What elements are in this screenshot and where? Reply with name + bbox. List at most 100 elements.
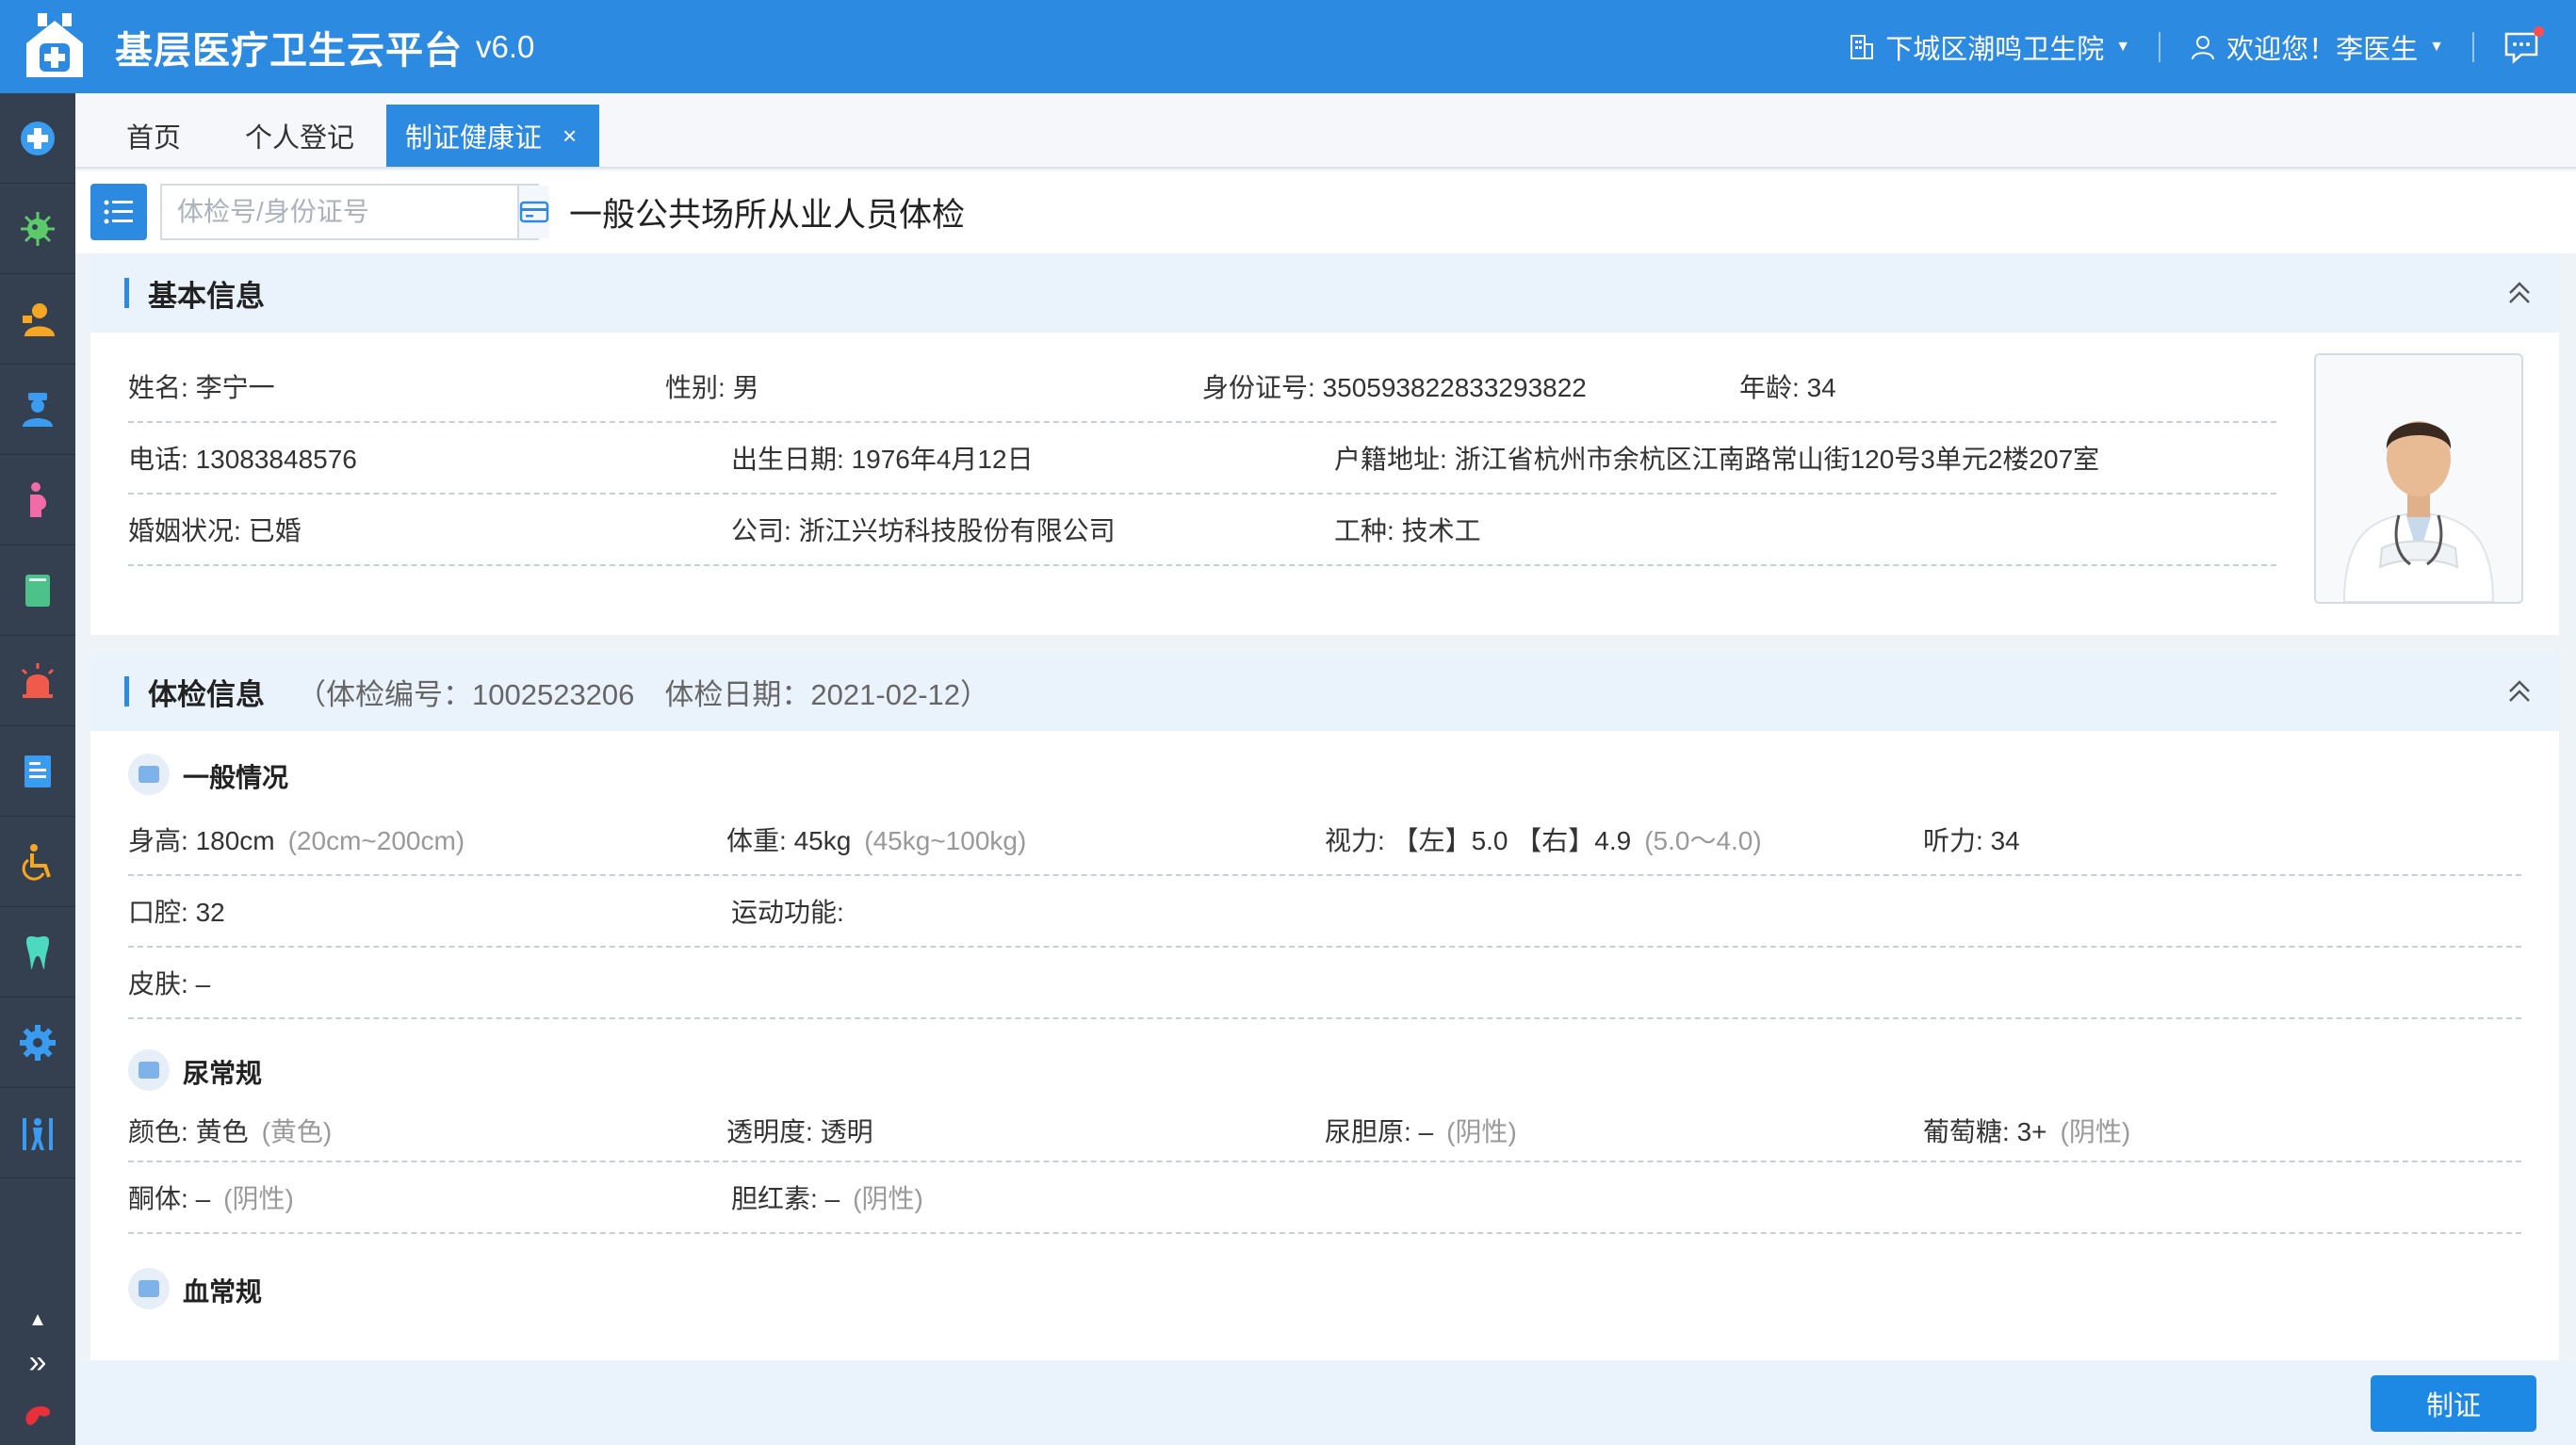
virus-icon [21, 211, 55, 246]
reference-range: (5.0～4.0) [1644, 826, 1762, 855]
field-label: 酮体: [128, 1184, 188, 1213]
sidebar-item-disability[interactable] [0, 817, 75, 907]
field-value: 34 [1990, 826, 2020, 855]
tab-home[interactable]: 首页 [94, 105, 213, 167]
elderly-icon [23, 1117, 53, 1150]
field-label: 颜色: [128, 1117, 188, 1146]
tab-label: 制证健康证 [405, 123, 543, 154]
motor-function-field: 运动功能: [731, 892, 1334, 930]
ketone-field: 酮体: – (阴性) [128, 1178, 731, 1216]
info-row: 姓名: 李宁一 性别: 男 身份证号: 350593822833293822 年… [128, 351, 2276, 423]
section-urine: 尿常规 [128, 1019, 2521, 1100]
field-label: 口腔: [128, 898, 188, 927]
list-button[interactable] [90, 184, 147, 240]
vision-field: 视力: 【左】5.0 【右】4.9 (5.0～4.0) [1325, 820, 1923, 858]
name-field: 姓名: 李宁一 [128, 367, 665, 405]
field-label: 电话: [128, 445, 188, 474]
reference-range: (黄色) [261, 1117, 333, 1146]
pregnant-icon [30, 481, 47, 517]
field-label: 出生日期: [731, 445, 844, 474]
hospital-logo-icon [26, 12, 83, 77]
sidebar-item-doctor[interactable] [0, 274, 75, 365]
brand-mark-icon [0, 1388, 75, 1445]
wheelchair-icon [22, 843, 51, 881]
collapse-icon[interactable] [2501, 673, 2538, 710]
id-card-button[interactable] [517, 186, 549, 238]
header-divider [2472, 31, 2474, 62]
org-selector[interactable]: 下城区潮鸣卫生院 ▼ [1848, 27, 2130, 67]
sidebar-item-emergency[interactable] [0, 636, 75, 726]
sidebar-item-records[interactable] [0, 545, 75, 636]
sidebar-item-nurse[interactable] [0, 365, 75, 455]
field-value: 34 [1806, 373, 1836, 402]
id-card-icon [519, 201, 549, 223]
section-title-text: 血常规 [183, 1277, 263, 1307]
sidebar-item-epidemic[interactable] [0, 184, 75, 274]
search-input[interactable] [162, 186, 517, 238]
expand-sidebar-icon[interactable]: » [0, 1336, 75, 1388]
field-label: 视力: [1325, 826, 1385, 855]
exam-info-panel: 体检信息 （体检编号：1002523206 体检日期：2021-02-12） 一般… [90, 652, 2559, 1360]
book-icon [25, 574, 50, 607]
basic-info-header: 基本信息 [90, 253, 2559, 333]
hearing-field: 听力: 34 [1923, 820, 2521, 858]
birth-date-field: 出生日期: 1976年4月12日 [731, 439, 1334, 477]
user-menu[interactable]: 欢迎您！李医生 ▼ [2189, 27, 2444, 67]
top-header: 基层医疗卫生云平台 v6.0 下城区潮鸣卫生院 ▼ 欢迎您！李医生 ▼ [0, 0, 2576, 93]
height-field: 身高: 180cm (20cm~200cm) [128, 820, 726, 858]
org-name: 下城区潮鸣卫生院 [1885, 34, 2105, 65]
app-title: 基层医疗卫生云平台 [115, 29, 463, 72]
scroll-up-icon[interactable]: ▲ [0, 1304, 75, 1336]
section-icon [128, 1268, 170, 1309]
issue-certificate-button[interactable]: 制证 [2371, 1375, 2536, 1432]
address-field: 户籍地址: 浙江省杭州市余杭区江南路常山街120号3单元2楼207室 [1334, 439, 2276, 477]
header-right: 下城区潮鸣卫生院 ▼ 欢迎您！李医生 ▼ [1848, 0, 2576, 93]
field-value: 350593822833293822 [1322, 373, 1587, 402]
reference-range: (阴性) [223, 1184, 294, 1213]
weight-field: 体重: 45kg (45kg~100kg) [726, 820, 1325, 858]
field-value: 【左】5.0 【右】4.9 [1392, 826, 1632, 855]
field-label: 体重: [726, 826, 787, 855]
glucose-field: 葡萄糖: 3+ (阴性) [1923, 1112, 2521, 1149]
header-divider [2159, 31, 2161, 62]
field-value: 3+ [2016, 1117, 2047, 1146]
bilirubin-field: 胆红素: – (阴性) [731, 1178, 1334, 1216]
reference-range: (45kg~100kg) [864, 826, 1027, 855]
tab-bar: 首页 个人登记 制证健康证 × [75, 93, 2576, 169]
field-value: 浙江省杭州市余杭区江南路常山街120号3单元2楼207室 [1454, 445, 2100, 474]
sidebar-item-elderly[interactable] [0, 1088, 75, 1178]
info-row: 婚姻状况: 已婚 公司: 浙江兴坊科技股份有限公司 工种: 技术工 [128, 495, 2276, 566]
marital-status-field: 婚姻状况: 已婚 [128, 511, 731, 548]
sidebar-item-maternal[interactable] [0, 455, 75, 545]
field-label: 年龄: [1739, 373, 1800, 402]
sidebar-item-dental[interactable] [0, 907, 75, 998]
skin-field: 皮肤: – [128, 964, 731, 1001]
sidebar-item-medical[interactable] [0, 93, 75, 184]
tooth-icon [26, 935, 49, 969]
sidebar-bottom: ▲ » [0, 1304, 75, 1445]
message-button[interactable] [2503, 25, 2544, 66]
field-label: 运动功能: [731, 898, 844, 927]
field-label: 葡萄糖: [1923, 1117, 2010, 1146]
field-value: 浙江兴坊科技股份有限公司 [798, 516, 1116, 545]
tab-personal-registration[interactable]: 个人登记 [213, 105, 386, 167]
doctor-icon [23, 302, 55, 336]
tab-health-certificate[interactable]: 制证健康证 × [386, 105, 600, 167]
basic-info-rows: 姓名: 李宁一 性别: 男 身份证号: 350593822833293822 年… [128, 351, 2276, 566]
list-icon [104, 200, 133, 224]
section-title-text: 尿常规 [183, 1059, 263, 1088]
sidebar-item-settings[interactable] [0, 998, 75, 1088]
field-label: 透明度: [726, 1117, 813, 1146]
exam-row: 皮肤: – [128, 948, 2521, 1019]
urobilinogen-field: 尿胆原: – (阴性) [1325, 1112, 1923, 1149]
collapse-icon[interactable] [2501, 274, 2538, 312]
toolbar: 一般公共场所从业人员体检 [75, 170, 2576, 253]
report-icon [24, 755, 51, 787]
field-value: – [1418, 1117, 1434, 1146]
sidebar-item-reports[interactable] [0, 726, 75, 817]
field-label: 胆红素: [731, 1184, 818, 1213]
exam-row: 口腔: 32 运动功能: [128, 876, 2521, 948]
reference-range: (20cm~200cm) [287, 826, 465, 855]
age-field: 年龄: 34 [1739, 367, 2276, 405]
close-icon[interactable]: × [562, 122, 577, 151]
